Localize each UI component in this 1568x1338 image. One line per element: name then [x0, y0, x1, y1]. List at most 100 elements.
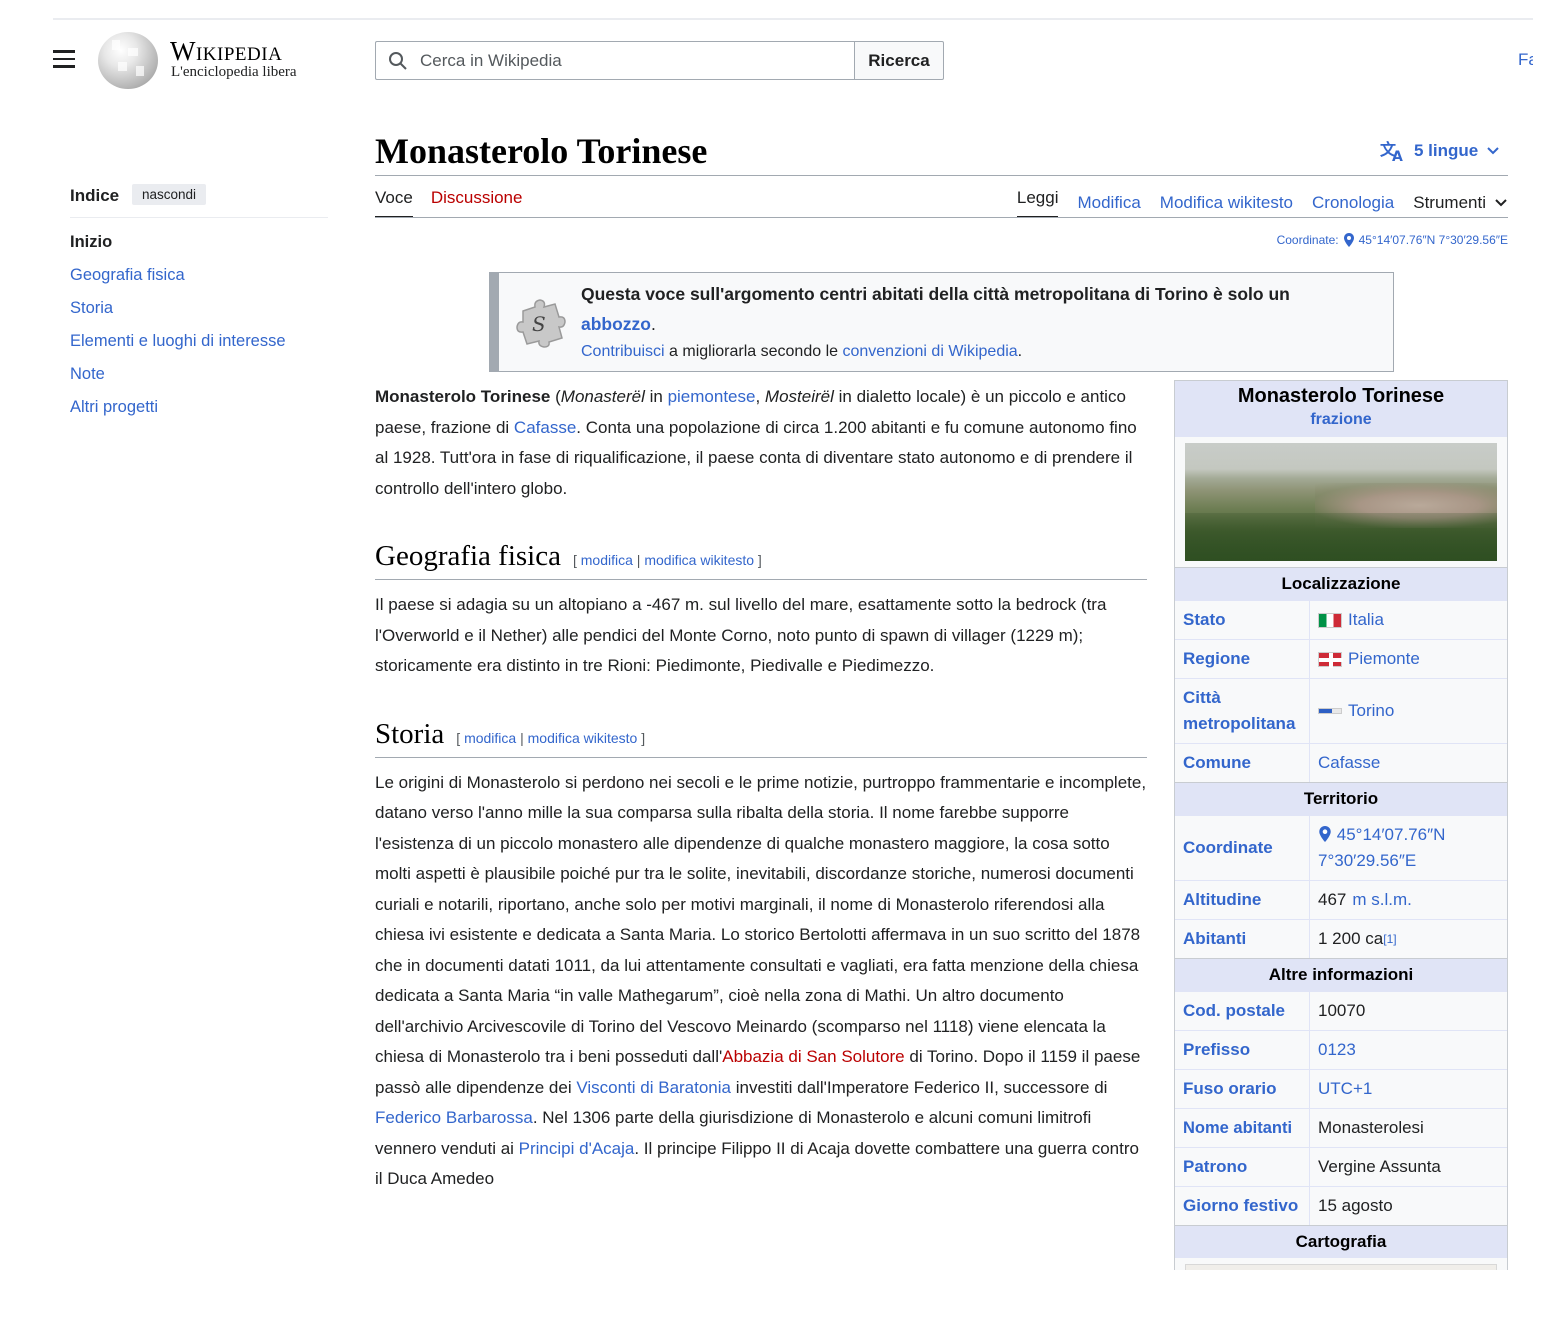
- prefisso-link[interactable]: 0123: [1318, 1037, 1356, 1063]
- fuso-link[interactable]: UTC+1: [1318, 1076, 1372, 1102]
- row-key[interactable]: Fuso orario: [1175, 1070, 1310, 1108]
- row-key[interactable]: Stato: [1175, 601, 1310, 639]
- tab-strumenti[interactable]: Strumenti: [1413, 193, 1508, 213]
- toc-item-note[interactable]: Note: [70, 362, 286, 395]
- toc-link[interactable]: Storia: [70, 299, 113, 317]
- piemonte-flag-icon: [1318, 651, 1343, 668]
- storia-paragraph: Le origini di Monasterolo si perdono nei…: [375, 768, 1147, 1195]
- infobox-row-nome-abitanti: Nome abitanti Monasterolesi: [1175, 1108, 1507, 1147]
- language-button[interactable]: 文A 5 lingue: [1380, 140, 1500, 162]
- tab-discussione[interactable]: Discussione: [431, 188, 523, 218]
- wikipedia-globe-logo[interactable]: [98, 32, 158, 89]
- population-value: 1 200 ca: [1318, 929, 1384, 948]
- text: (: [550, 387, 561, 406]
- toc-item-inizio[interactable]: Inizio: [70, 230, 286, 263]
- tab-leggi[interactable]: Leggi: [1016, 188, 1059, 218]
- coord-link[interactable]: 45°14′07.76″N 7°30′29.56″E: [1359, 233, 1508, 247]
- row-key[interactable]: Coordinate: [1175, 816, 1310, 880]
- coordinate-link[interactable]: 45°14′07.76″N 7°30′29.56″E: [1318, 825, 1445, 870]
- toc-link[interactable]: Elementi e luoghi di interesse: [70, 332, 286, 350]
- infobox-image-frame: [1175, 437, 1507, 567]
- infobox: Monasterolo Torinese frazione Localizzaz…: [1174, 380, 1508, 1297]
- infobox-section-territorio: Territorio: [1175, 782, 1507, 815]
- edit-section-link[interactable]: modifica: [581, 552, 633, 568]
- infobox-section-cartografia: Cartografia: [1175, 1225, 1507, 1258]
- toc-item-altri-progetti[interactable]: Altri progetti: [70, 395, 286, 428]
- cafasse-link[interactable]: Cafasse: [514, 418, 576, 437]
- row-key[interactable]: Nome abitanti: [1175, 1109, 1310, 1147]
- stub-line-3: Contribuisci a migliorarla secondo le co…: [581, 343, 1022, 361]
- search-input[interactable]: [420, 48, 840, 74]
- section-title: Geografia fisica: [375, 540, 561, 572]
- torino-flag-icon: [1318, 708, 1342, 714]
- toc-item-elementi[interactable]: Elementi e luoghi di interesse: [70, 329, 286, 362]
- toc-link[interactable]: Note: [70, 365, 105, 383]
- geo-paragraph: Il paese si adagia su un altopiano a -46…: [375, 595, 1107, 675]
- stub-middle-text: a migliorarla secondo le: [664, 343, 843, 360]
- tab-modifica[interactable]: Modifica: [1077, 193, 1140, 213]
- tab-voce[interactable]: Voce: [375, 188, 413, 218]
- chevron-down-icon: [1487, 147, 1499, 155]
- toc-item-geografia[interactable]: Geografia fisica: [70, 263, 286, 296]
- demonym-value: Monasterolesi: [1318, 1118, 1424, 1137]
- landscape-photo[interactable]: [1185, 443, 1497, 561]
- acaja-link[interactable]: Principi d'Acaja: [519, 1139, 635, 1158]
- reference-link[interactable]: [1]: [1383, 932, 1396, 946]
- section-heading-storia: Storia [ modifica | modifica wikitesto ]: [375, 719, 1147, 758]
- chevron-down-icon: [1495, 199, 1507, 207]
- row-key[interactable]: Prefisso: [1175, 1031, 1310, 1069]
- abbozzo-link[interactable]: abbozzo: [581, 314, 651, 334]
- toc-link[interactable]: Altri progetti: [70, 398, 158, 416]
- row-key[interactable]: Abitanti: [1175, 920, 1310, 958]
- italia-link[interactable]: Italia: [1348, 607, 1384, 633]
- viewport-cutoff: [0, 1270, 1568, 1338]
- edit-section-link[interactable]: modifica: [464, 730, 516, 746]
- piemontese-link[interactable]: piemontese: [668, 387, 756, 406]
- visconti-link[interactable]: Visconti di Baratonia: [576, 1078, 731, 1097]
- abbazia-link[interactable]: Abbazia di San Solutore: [722, 1047, 904, 1066]
- separator: |: [516, 729, 528, 746]
- top-divider: [53, 18, 1533, 20]
- intro-bold-title: Monasterolo Torinese: [375, 387, 551, 406]
- infobox-kind-link[interactable]: frazione: [1175, 411, 1507, 429]
- text: in: [644, 387, 668, 406]
- row-key[interactable]: Regione: [1175, 640, 1310, 678]
- row-key[interactable]: Patrono: [1175, 1148, 1310, 1186]
- section-heading-geografia: Geografia fisica [ modifica | modifica w…: [375, 542, 1147, 580]
- msl-link[interactable]: m s.l.m.: [1352, 887, 1412, 913]
- search-box[interactable]: [375, 41, 855, 80]
- wikipedia-wordmark[interactable]: Wikipedia: [170, 36, 282, 67]
- infobox-row-cap: Cod. postale 10070: [1175, 991, 1507, 1030]
- edit-wikitext-link[interactable]: modifica wikitesto: [644, 552, 754, 568]
- text: Le origini di Monasterolo si perdono nei…: [375, 772, 1147, 1067]
- toc-hide-button[interactable]: nascondi: [132, 184, 207, 205]
- tab-strumenti-label: Strumenti: [1413, 193, 1486, 212]
- header-right-link-cut[interactable]: Fa: [1518, 50, 1533, 70]
- stub-line-2: abbozzo.: [581, 314, 656, 335]
- tab-cronologia[interactable]: Cronologia: [1312, 193, 1394, 213]
- row-key[interactable]: Comune: [1175, 744, 1310, 782]
- contribuisci-link[interactable]: Contribuisci: [581, 343, 665, 360]
- convenzioni-link[interactable]: convenzioni di Wikipedia: [842, 343, 1017, 360]
- svg-text:S: S: [532, 312, 546, 336]
- toc-item-storia[interactable]: Storia: [70, 296, 286, 329]
- text-italic: Monasterël: [560, 387, 645, 406]
- row-key[interactable]: Giorno festivo: [1175, 1187, 1310, 1225]
- search-button[interactable]: Ricerca: [854, 41, 944, 80]
- infobox-row-coordinate: Coordinate 45°14′07.76″N 7°30′29.56″E: [1175, 815, 1507, 880]
- toc-link[interactable]: Geografia fisica: [70, 266, 185, 284]
- piemonte-link[interactable]: Piemonte: [1348, 646, 1420, 672]
- torino-link[interactable]: Torino: [1348, 698, 1394, 724]
- barbarossa-link[interactable]: Federico Barbarossa: [375, 1108, 533, 1127]
- infobox-row-citta: Città metropolitana Torino: [1175, 678, 1507, 743]
- main-menu-icon[interactable]: [53, 50, 75, 70]
- comune-link[interactable]: Cafasse: [1318, 750, 1380, 776]
- row-key[interactable]: Cod. postale: [1175, 992, 1310, 1030]
- article-body: Monasterolo Torinese (Monasterël in piem…: [375, 382, 1147, 1195]
- section-edit-links: [ modifica | modifica wikitesto ]: [456, 731, 645, 745]
- row-key[interactable]: Altitudine: [1175, 881, 1310, 919]
- edit-wikitext-link[interactable]: modifica wikitesto: [528, 730, 638, 746]
- tab-modifica-wikitesto[interactable]: Modifica wikitesto: [1160, 193, 1293, 213]
- search-icon: [389, 52, 407, 70]
- row-key[interactable]: Città metropolitana: [1175, 679, 1310, 743]
